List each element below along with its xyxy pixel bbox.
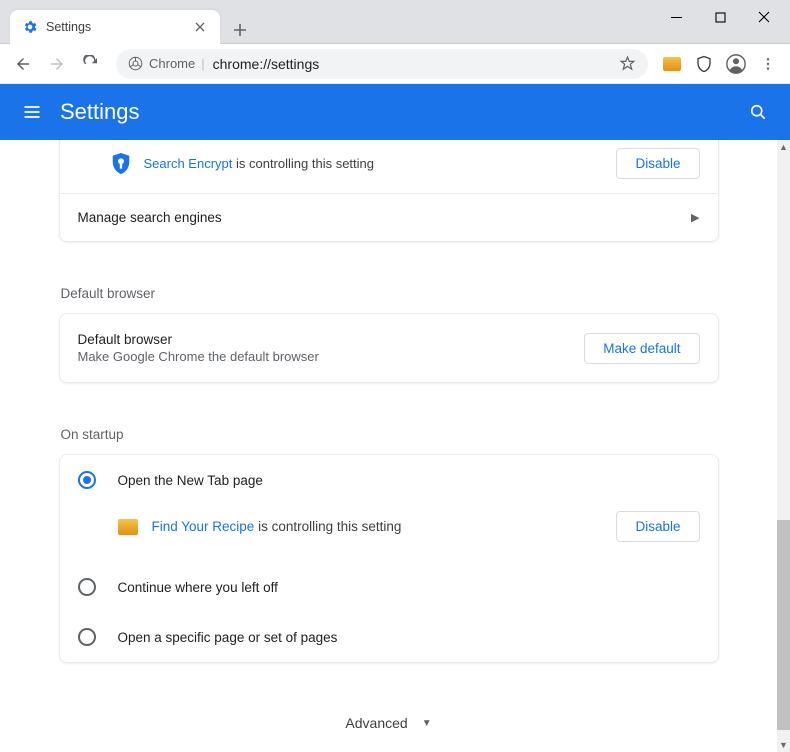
chevron-down-icon: ▼ [422, 718, 432, 729]
maximize-button[interactable] [698, 2, 742, 32]
window-titlebar: Settings [0, 0, 790, 44]
omnibox-host: Chrome [149, 56, 195, 71]
startup-option-label-2: Open a specific page or set of pages [118, 630, 338, 645]
disable-startup-extension-button[interactable]: Disable [616, 511, 699, 542]
default-browser-label: Default browser [78, 332, 585, 347]
make-default-button[interactable]: Make default [584, 333, 699, 364]
extension-link-search-encrypt[interactable]: Search Encrypt [144, 156, 233, 171]
advanced-toggle[interactable]: Advanced ▼ [59, 705, 719, 741]
search-button[interactable] [740, 94, 776, 130]
minimize-button[interactable] [654, 2, 698, 32]
scroll-up-arrow[interactable]: ▲ [777, 140, 790, 154]
window-controls [654, 0, 786, 32]
radio-unselected-icon [78, 628, 96, 646]
default-browser-row: Default browser Make Google Chrome the d… [60, 314, 718, 382]
startup-option-label-0: Open the New Tab page [118, 473, 263, 488]
browser-toolbar: Chrome | chrome://settings [0, 44, 790, 84]
scroll-down-arrow[interactable]: ▼ [777, 738, 790, 752]
extension-icon-1[interactable] [658, 50, 686, 78]
manage-search-engines-row[interactable]: Manage search engines ▶ [60, 194, 718, 241]
menu-button[interactable] [14, 94, 50, 130]
close-icon[interactable] [192, 19, 208, 35]
reload-button[interactable] [76, 49, 106, 79]
radio-unselected-icon [78, 578, 96, 596]
scrollbar-thumb[interactable] [777, 520, 790, 730]
address-bar[interactable]: Chrome | chrome://settings [116, 49, 648, 79]
scrollbar-track[interactable]: ▲ ▼ [777, 140, 790, 752]
omnibox-url: chrome://settings [213, 56, 320, 72]
startup-extension-notice: Find Your Recipe is controlling this set… [60, 505, 718, 562]
tab-title: Settings [46, 20, 184, 34]
page-title: Settings [60, 99, 740, 125]
omnibox-separator: | [201, 56, 204, 71]
section-title-on-startup: On startup [59, 403, 719, 454]
gear-icon [22, 19, 38, 35]
browser-menu-button[interactable] [754, 50, 782, 78]
close-window-button[interactable] [742, 2, 786, 32]
startup-option-specific[interactable]: Open a specific page or set of pages [60, 612, 718, 662]
radio-selected-icon [78, 471, 96, 489]
chrome-icon [128, 56, 143, 71]
extension-folder-icon [118, 519, 138, 535]
profile-avatar[interactable] [722, 50, 750, 78]
default-browser-sub: Make Google Chrome the default browser [78, 349, 585, 364]
advanced-label: Advanced [345, 715, 407, 731]
disable-search-extension-button[interactable]: Disable [616, 148, 699, 179]
startup-option-label-1: Continue where you left off [118, 580, 278, 595]
chevron-right-icon: ▶ [691, 211, 699, 224]
section-title-default-browser: Default browser [59, 262, 719, 313]
bookmark-star-icon[interactable] [619, 55, 636, 72]
forward-button[interactable] [42, 49, 72, 79]
shield-icon [110, 152, 132, 176]
search-engine-card: Search Encrypt is controlling this setti… [59, 140, 719, 242]
extension-shield-icon[interactable] [690, 50, 718, 78]
startup-option-new-tab[interactable]: Open the New Tab page [60, 455, 718, 505]
manage-search-engines-label: Manage search engines [78, 210, 222, 225]
tab-strip: Settings [0, 0, 654, 44]
search-engine-notice-text: Search Encrypt is controlling this setti… [144, 156, 617, 171]
back-button[interactable] [8, 49, 38, 79]
new-tab-button[interactable] [226, 16, 254, 44]
settings-header: Settings [0, 84, 790, 140]
browser-tab-settings[interactable]: Settings [10, 10, 220, 44]
extension-link-find-your-recipe[interactable]: Find Your Recipe [152, 519, 255, 534]
startup-option-continue[interactable]: Continue where you left off [60, 562, 718, 612]
content-area: Search Encrypt is controlling this setti… [0, 140, 790, 752]
on-startup-card: Open the New Tab page Find Your Recipe i… [59, 454, 719, 663]
search-engine-notice: Search Encrypt is controlling this setti… [60, 140, 718, 194]
default-browser-card: Default browser Make Google Chrome the d… [59, 313, 719, 383]
site-identity[interactable]: Chrome | [128, 56, 205, 71]
